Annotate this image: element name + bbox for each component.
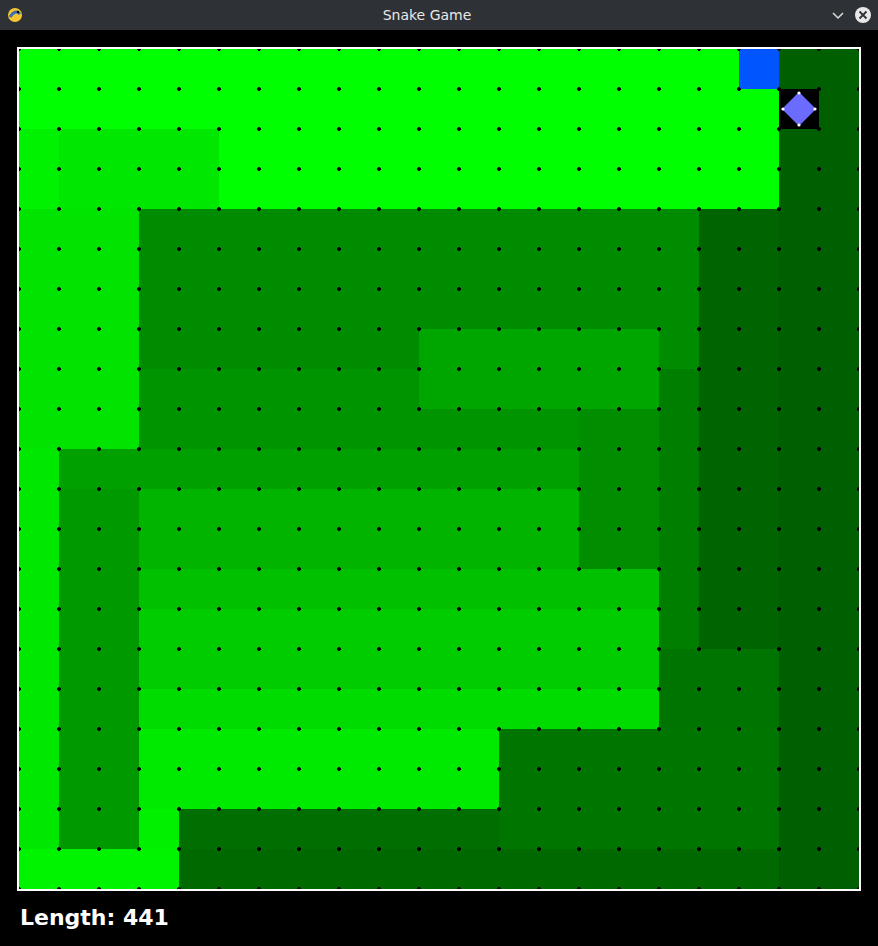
snake-body-segment — [179, 849, 779, 889]
snake-body-segment — [59, 129, 219, 209]
food — [779, 89, 819, 129]
snake-body-segment — [499, 729, 779, 849]
snake-body-segment — [699, 209, 779, 649]
snake-body-segment — [419, 329, 659, 409]
pygame-snake-icon — [6, 6, 24, 24]
app-icon-area — [6, 6, 24, 24]
snake-body-segment — [59, 449, 579, 489]
game-area: Length: 441 — [0, 30, 878, 936]
snake-body-segment — [139, 489, 579, 569]
snake-body-segment — [19, 49, 739, 129]
title-bar: Snake Game — [0, 0, 878, 30]
window-title: Snake Game — [32, 7, 822, 23]
grid-dots — [19, 49, 859, 889]
snake-body-segment — [219, 129, 739, 209]
close-icon[interactable] — [854, 6, 872, 24]
snake-body-segment — [179, 809, 499, 849]
length-label: Length: 441 — [17, 891, 878, 936]
window-controls — [830, 6, 872, 24]
snake-body-segment — [19, 449, 59, 849]
food-diamond-icon — [779, 89, 819, 129]
snake-body-segment — [139, 729, 499, 809]
game-board — [17, 47, 861, 891]
snake-body-segment — [139, 609, 659, 689]
snake-body-segment — [19, 849, 179, 889]
snake-body-segment — [19, 129, 59, 209]
snake-body-segment — [779, 49, 859, 889]
snake-body-segment — [659, 369, 699, 649]
minimize-chevron-icon[interactable] — [830, 7, 846, 23]
snake-body-segment — [139, 809, 179, 849]
snake-body-segment — [579, 409, 659, 569]
snake-head — [739, 49, 779, 89]
snake-body-segment — [739, 89, 779, 209]
snake-body-segment — [19, 209, 139, 449]
snake-body-segment — [139, 689, 659, 729]
snake-body-segment — [59, 489, 139, 849]
snake-body-segment — [139, 569, 659, 609]
